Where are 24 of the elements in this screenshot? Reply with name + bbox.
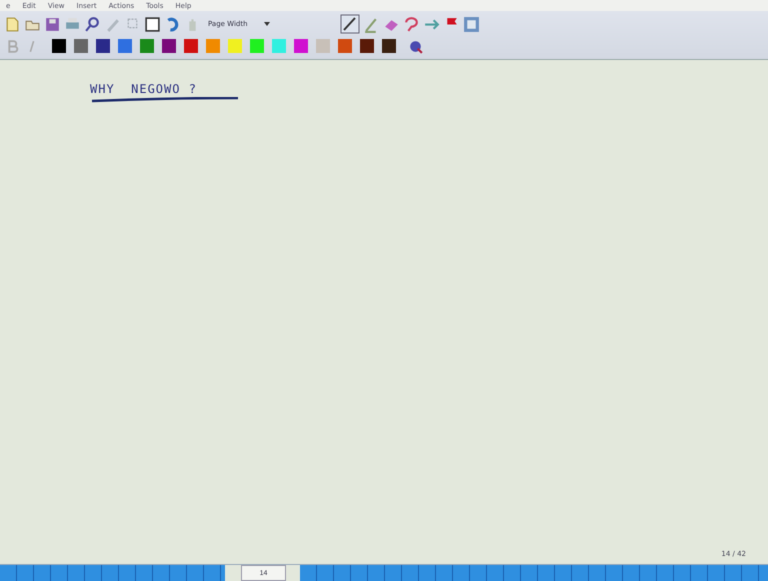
color-swatch[interactable] bbox=[206, 39, 220, 53]
color-swatch[interactable] bbox=[184, 39, 198, 53]
color-swatch[interactable] bbox=[294, 39, 308, 53]
color-swatch[interactable] bbox=[118, 39, 132, 53]
search-icon[interactable] bbox=[84, 16, 101, 32]
color-swatch[interactable] bbox=[338, 39, 352, 53]
new-page-icon[interactable] bbox=[4, 16, 21, 32]
color-swatch[interactable] bbox=[382, 39, 396, 53]
color-swatch[interactable] bbox=[162, 39, 176, 53]
color-swatch[interactable] bbox=[228, 39, 242, 53]
color-swatch[interactable] bbox=[272, 39, 286, 53]
save-icon[interactable] bbox=[44, 16, 61, 32]
caret-icon bbox=[264, 22, 270, 26]
color-swatch[interactable] bbox=[74, 39, 88, 53]
color-swatch[interactable] bbox=[250, 39, 264, 53]
color-swatch[interactable] bbox=[140, 39, 154, 53]
color-swatch[interactable] bbox=[316, 39, 330, 53]
color-swatch[interactable] bbox=[96, 39, 110, 53]
square-icon[interactable] bbox=[144, 16, 161, 32]
handwritten-note: WHY NEGOWO ? bbox=[90, 82, 197, 96]
color-swatch[interactable] bbox=[360, 39, 374, 53]
view-icon[interactable] bbox=[462, 16, 480, 32]
color-swatch[interactable] bbox=[52, 39, 66, 53]
pen-tool-icon[interactable] bbox=[340, 14, 360, 34]
